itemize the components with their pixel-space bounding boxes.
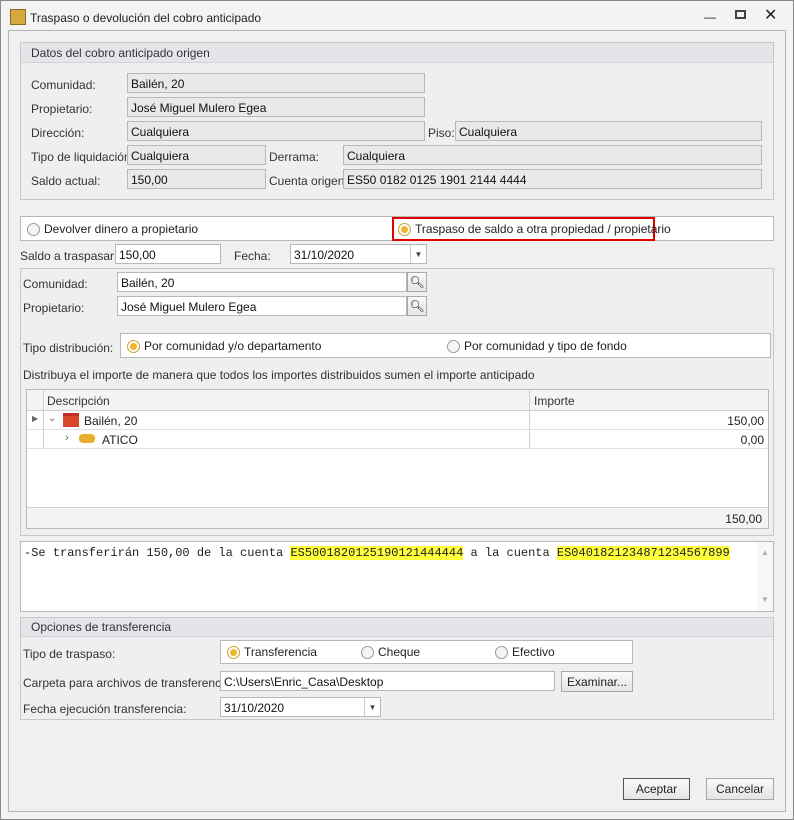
table-row[interactable]: ▶ ⌄ Bailén, 20 150,00 — [27, 411, 768, 430]
dest-propietario-input[interactable]: José Miguel Mulero Egea — [117, 296, 407, 316]
radio-label: Por comunidad y tipo de fondo — [464, 339, 627, 353]
origin-saldo-field: 150,00 — [127, 169, 266, 189]
memo-scrollbar[interactable]: ▲ ▼ — [757, 542, 773, 611]
dest-comunidad-label: Comunidad: — [23, 277, 88, 291]
propietario-label: Propietario: — [31, 102, 93, 116]
fecha-combo[interactable]: 31/10/2020 ▼ — [290, 244, 427, 264]
chevron-down-icon[interactable]: ▼ — [410, 245, 426, 263]
radio-label: Efectivo — [512, 645, 555, 659]
radio-label: Por comunidad y/o departamento — [144, 339, 322, 353]
tipo-distribucion-label: Tipo distribución: — [23, 341, 114, 355]
table-row[interactable]: › ATICO 0,00 — [27, 430, 768, 449]
chevron-right-icon[interactable]: › — [65, 432, 69, 444]
direccion-label: Dirección: — [31, 126, 85, 140]
building-icon — [63, 413, 79, 427]
radio-icon — [27, 222, 40, 236]
row-indicator-icon: ▶ — [32, 414, 39, 423]
origin-derrama-field: Cualquiera — [343, 145, 762, 165]
row-descripcion: ATICO — [102, 433, 138, 447]
instructions-text: Distribuya el importe de manera que todo… — [23, 368, 535, 382]
memo-mid: a la cuenta — [463, 546, 557, 560]
radio-por-tipo-fondo[interactable]: Por comunidad y tipo de fondo — [447, 339, 627, 353]
origin-propietario-field: José Miguel Mulero Egea — [127, 97, 425, 117]
origin-header: Datos del cobro anticipado origen — [21, 43, 773, 63]
grid-footer: 150,00 — [27, 507, 768, 528]
chevron-down-icon[interactable]: ▼ — [364, 698, 380, 716]
tipo-traspaso-label: Tipo de traspaso: — [23, 647, 116, 661]
column-header-descripcion[interactable]: Descripción — [47, 394, 110, 408]
radio-efectivo[interactable]: Efectivo — [495, 645, 555, 659]
radio-selected-icon — [127, 339, 140, 353]
origin-piso-field: Cualquiera — [455, 121, 762, 141]
key-icon — [79, 434, 95, 443]
summary-memo[interactable]: -Se transferirán 150,00 de la cuenta ES5… — [20, 541, 774, 612]
examinar-button[interactable]: Examinar... — [561, 671, 633, 692]
radio-selected-icon — [227, 645, 240, 659]
dest-comunidad-input[interactable]: Bailén, 20 — [117, 272, 407, 292]
fecha-value: 31/10/2020 — [294, 248, 355, 262]
saldo-label: Saldo actual: — [31, 174, 101, 188]
radio-label: Devolver dinero a propietario — [44, 222, 199, 236]
radio-label: Traspaso de saldo a otra propiedad / pro… — [415, 222, 671, 236]
memo-prefix: -Se transferirán 150,00 de la cuenta — [24, 546, 291, 560]
carpeta-input[interactable]: C:\Users\Enric_Casa\Desktop — [220, 671, 555, 691]
cancel-button[interactable]: Cancelar — [706, 778, 774, 800]
fecha-label: Fecha: — [234, 249, 271, 263]
chevron-down-icon[interactable]: ⌄ — [48, 413, 56, 424]
comunidad-label: Comunidad: — [31, 78, 96, 92]
dest-propietario-label: Propietario: — [23, 301, 85, 315]
fecha-ejecucion-combo[interactable]: 31/10/2020 ▼ — [220, 697, 381, 717]
window-title: Traspaso o devolución del cobro anticipa… — [30, 11, 262, 25]
radio-label: Transferencia — [244, 645, 317, 659]
origin-tipo-liquidacion-field: Cualquiera — [127, 145, 266, 165]
origin-comunidad-field: Bailén, 20 — [127, 73, 425, 93]
radio-label: Cheque — [378, 645, 421, 659]
radio-icon — [361, 645, 374, 659]
minimize-button[interactable]: — — [704, 10, 716, 24]
radio-icon — [447, 339, 460, 353]
derrama-label: Derrama: — [269, 150, 320, 164]
piso-label: Piso: — [428, 126, 455, 140]
close-button[interactable]: ✕ — [764, 5, 777, 25]
saldo-traspasar-input[interactable]: 150,00 — [115, 244, 221, 264]
summary-text: -Se transferirán 150,00 de la cuenta ES5… — [24, 545, 730, 561]
maximize-button[interactable] — [735, 10, 746, 19]
row-importe: 150,00 — [727, 414, 764, 428]
radio-selected-icon — [398, 222, 411, 236]
cuenta-origen-label: Cuenta origen: — [269, 174, 348, 188]
radio-cheque[interactable]: Cheque — [361, 645, 420, 659]
column-header-importe[interactable]: Importe — [534, 394, 575, 408]
options-header: Opciones de transferencia — [21, 618, 773, 637]
radio-transferencia[interactable]: Transferencia — [227, 645, 317, 659]
fecha-ejecucion-label: Fecha ejecución transferencia: — [23, 702, 187, 716]
search-icon[interactable]: 🔍︎ — [407, 272, 427, 292]
carpeta-label: Carpeta para archivos de transferencia: — [23, 676, 234, 690]
accept-button[interactable]: Aceptar — [623, 778, 690, 800]
grid-header — [27, 390, 768, 411]
origin-direccion-field: Cualquiera — [127, 121, 425, 141]
radio-icon — [495, 645, 508, 659]
saldo-traspasar-label: Saldo a traspasar: — [20, 249, 118, 263]
memo-to-account: ES0401821234871234567899 — [556, 546, 730, 560]
radio-devolver[interactable]: Devolver dinero a propietario — [27, 222, 198, 236]
tipo-liquidacion-label: Tipo de liquidación: — [31, 150, 134, 164]
memo-from-account: ES5001820125190121444444 — [290, 546, 464, 560]
origin-cuenta-field: ES50 0182 0125 1901 2144 4444 — [343, 169, 762, 189]
search-icon[interactable]: 🔍︎ — [407, 296, 427, 316]
row-importe: 0,00 — [740, 433, 764, 447]
app-icon — [10, 9, 26, 25]
radio-traspaso[interactable]: Traspaso de saldo a otra propiedad / pro… — [398, 222, 671, 236]
row-descripcion: Bailén, 20 — [84, 414, 138, 428]
fecha-ejecucion-value: 31/10/2020 — [224, 701, 285, 715]
grid-total: 150,00 — [725, 512, 762, 526]
radio-por-departamento[interactable]: Por comunidad y/o departamento — [127, 339, 321, 353]
distribution-grid: Descripción Importe ▶ ⌄ Bailén, 20 150,0… — [26, 389, 769, 529]
